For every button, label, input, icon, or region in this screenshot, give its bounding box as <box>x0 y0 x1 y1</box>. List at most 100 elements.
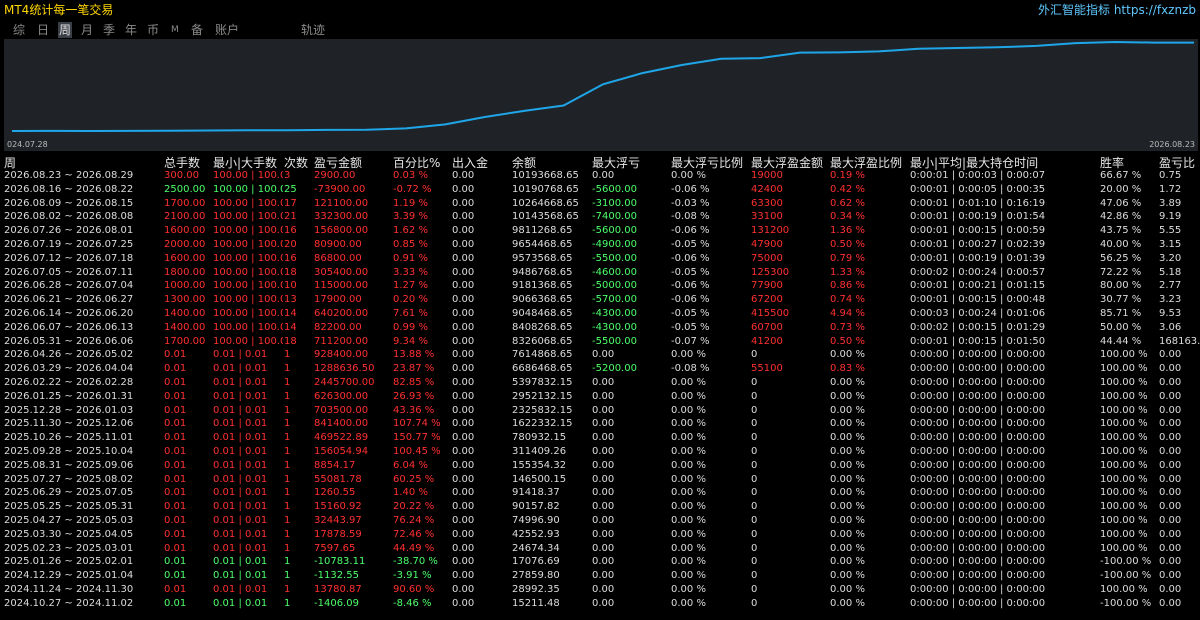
table-cell: 0.00 % <box>830 432 865 444</box>
table-row[interactable]: 2025.07.27 ~ 2025.08.02 0.01 0.01 | 0.01 1 5… <box>0 473 1200 486</box>
table-cell: 0.00 % <box>671 377 706 388</box>
tab-1[interactable]: 日 <box>36 22 50 38</box>
table-row[interactable]: 2025.05.25 ~ 2025.05.31 0.01 0.01 | 0.01 1 1… <box>0 500 1200 513</box>
tab-10[interactable]: 轨迹 <box>300 22 326 38</box>
table-row[interactable]: 2026.07.05 ~ 2026.07.11 1800.00 100.00 | 1… <box>0 266 1200 279</box>
table-cell: 100.00 | 100.00 <box>213 280 283 292</box>
tab-8[interactable]: 备 <box>190 22 204 38</box>
table-row[interactable]: 2025.08.31 ~ 2025.09.06 0.01 0.01 | 0.01 1 8… <box>0 459 1200 472</box>
table-cell: 0.00 <box>592 515 615 526</box>
table-cell: 0.00 <box>592 487 615 499</box>
table-cell: 168163.00 <box>1159 335 1200 347</box>
tab-6[interactable]: 币 <box>146 22 160 38</box>
table-cell: 10143568.65 <box>512 211 579 223</box>
table-cell: 0.00 <box>452 321 475 333</box>
tab-0[interactable]: 综 <box>12 22 26 38</box>
table-row[interactable]: 2024.11.24 ~ 2024.11.30 0.01 0.01 | 0.01 1 1… <box>0 583 1200 596</box>
table-cell: 2025.06.29 ~ 2025.07.05 <box>4 487 134 499</box>
table-row[interactable]: 2026.02.22 ~ 2026.02.28 0.01 0.01 | 0.01 1 2… <box>0 376 1200 389</box>
table-cell: 0.00 <box>452 280 475 292</box>
table-cell: 55081.78 <box>314 473 362 485</box>
table-cell: 18 <box>284 266 297 278</box>
table-cell: 0.01 <box>164 487 187 499</box>
table-cell: 0.00 <box>1159 418 1182 430</box>
tab-4[interactable]: 季 <box>102 22 116 38</box>
table-cell: 0.00 % <box>671 349 706 361</box>
table-cell: 0.00 <box>452 473 475 485</box>
table-row[interactable]: 2026.03.29 ~ 2026.04.04 0.01 0.01 | 0.01 1 1… <box>0 362 1200 375</box>
table-row[interactable]: 2024.10.27 ~ 2024.11.02 0.01 0.01 | 0.01 1 -… <box>0 597 1200 610</box>
table-row[interactable]: 2026.07.19 ~ 2026.07.25 2000.00 100.00 | 1… <box>0 238 1200 251</box>
tab-7[interactable]: M <box>170 22 180 38</box>
table-row[interactable]: 2025.04.27 ~ 2025.05.03 0.01 0.01 | 0.01 1 3… <box>0 514 1200 527</box>
table-row[interactable]: 2025.10.26 ~ 2025.11.01 0.01 0.01 | 0.01 1 4… <box>0 431 1200 444</box>
table-cell: 0.00 % <box>671 542 706 554</box>
tab-5[interactable]: 年 <box>124 22 138 38</box>
table-row[interactable]: 2026.01.25 ~ 2026.01.31 0.01 0.01 | 0.01 1 6… <box>0 390 1200 403</box>
table-cell: 0.00 <box>1159 473 1182 485</box>
table-cell: -3100.00 <box>592 197 637 209</box>
table-row[interactable]: 2026.08.02 ~ 2026.08.08 2100.00 100.00 | 1… <box>0 210 1200 223</box>
table-cell: 14 <box>284 321 297 333</box>
table-cell: 75000 <box>751 252 783 264</box>
table-cell: 0.01 | 0.01 <box>213 584 268 595</box>
table-row[interactable]: 2026.06.07 ~ 2026.06.13 1400.00 100.00 | 1… <box>0 321 1200 334</box>
table-cell: 0.00 % <box>671 170 706 181</box>
table-cell: 2026.08.16 ~ 2026.08.22 <box>4 183 134 195</box>
table-row[interactable]: 2025.01.26 ~ 2025.02.01 0.01 0.01 | 0.01 1 -… <box>0 555 1200 568</box>
table-cell: 2026.02.22 ~ 2026.02.28 <box>4 377 134 388</box>
table-cell: 2026.08.02 ~ 2026.08.08 <box>4 211 134 223</box>
table-row[interactable]: 2025.03.30 ~ 2025.04.05 0.01 0.01 | 0.01 1 1… <box>0 528 1200 541</box>
table-row[interactable]: 2025.06.29 ~ 2025.07.05 0.01 0.01 | 0.01 1 1… <box>0 486 1200 499</box>
table-cell: 0.01 <box>164 377 187 388</box>
table-row[interactable]: 2026.07.12 ~ 2026.07.18 1600.00 100.00 | 1… <box>0 252 1200 265</box>
table-cell: 10193668.65 <box>512 170 579 181</box>
table-cell: 0.00 % <box>671 432 706 444</box>
table-cell: 0.00 <box>592 584 615 595</box>
table-cell: 0.00 <box>452 404 475 416</box>
table-cell: -4300.00 <box>592 308 637 319</box>
tab-2[interactable]: 周 <box>58 22 73 38</box>
tab-9[interactable]: 账户 <box>214 22 240 38</box>
table-row[interactable]: 2025.02.23 ~ 2025.03.01 0.01 0.01 | 0.01 1 7… <box>0 542 1200 555</box>
table-cell: 0.00 <box>592 473 615 485</box>
table-row[interactable]: 2024.12.29 ~ 2025.01.04 0.01 0.01 | 0.01 1 -… <box>0 569 1200 582</box>
table-cell: 74996.90 <box>512 515 560 526</box>
table-cell: 42.86 % <box>1100 211 1142 223</box>
table-cell: 0.00 % <box>671 501 706 513</box>
table-row[interactable]: 2026.08.23 ~ 2026.08.29 300.00 100.00 | 10… <box>0 169 1200 182</box>
table-cell: 21 <box>284 211 297 223</box>
table-row[interactable]: 2026.08.16 ~ 2026.08.22 2500.00 100.00 | 1… <box>0 183 1200 196</box>
table-row[interactable]: 2026.06.14 ~ 2026.06.20 1400.00 100.00 | 1… <box>0 307 1200 320</box>
table-cell: 0 <box>751 377 758 388</box>
table-cell: 0.01 | 0.01 <box>213 390 268 402</box>
table-row[interactable]: 2025.09.28 ~ 2025.10.04 0.01 0.01 | 0.01 1 1… <box>0 445 1200 458</box>
table-cell: 0.83 % <box>830 363 865 375</box>
table-cell: 72.22 % <box>1100 266 1142 278</box>
table-cell: 0 <box>751 597 758 609</box>
table-cell: 44.44 % <box>1100 335 1142 347</box>
brand-link[interactable]: 外汇智能指标 https://fxznzb <box>1038 1 1196 18</box>
table-row[interactable]: 2025.11.30 ~ 2025.12.06 0.01 0.01 | 0.01 1 8… <box>0 417 1200 430</box>
table-cell: 0.99 % <box>393 321 428 333</box>
table-cell: 0.00 <box>452 459 475 471</box>
tab-3[interactable]: 月 <box>80 22 94 38</box>
table-row[interactable]: 2026.08.09 ~ 2026.08.15 1700.00 100.00 | 1… <box>0 197 1200 210</box>
table-cell: 100.00 % <box>1100 404 1148 416</box>
table-row[interactable]: 2026.07.26 ~ 2026.08.01 1600.00 100.00 | 1… <box>0 224 1200 237</box>
table-row[interactable]: 2026.06.21 ~ 2026.06.27 1300.00 100.00 | 1… <box>0 293 1200 306</box>
table-row[interactable]: 2026.05.31 ~ 2026.06.06 1700.00 100.00 | 1… <box>0 335 1200 348</box>
table-cell: 1.72 <box>1159 183 1182 195</box>
table-row[interactable]: 2026.04.26 ~ 2026.05.02 0.01 0.01 | 0.01 1 9… <box>0 348 1200 361</box>
table-cell: 0.00 % <box>830 377 865 388</box>
equity-chart: 024.07.28 2026.08.23 <box>4 39 1198 151</box>
table-row[interactable]: 2026.06.28 ~ 2026.07.04 1000.00 100.00 | 1… <box>0 279 1200 292</box>
table-cell: -0.06 % <box>671 280 710 292</box>
table-cell: 0.01 | 0.01 <box>213 515 268 526</box>
table-cell: 100.00 | 100.00 <box>213 266 283 278</box>
table-cell: 0.00 <box>1159 556 1182 568</box>
table-row[interactable]: 2025.12.28 ~ 2026.01.03 0.01 0.01 | 0.01 1 7… <box>0 404 1200 417</box>
table-cell: 0.01 <box>164 556 187 568</box>
table-cell: 0 <box>751 404 758 416</box>
table-cell: 0.00 <box>592 404 615 416</box>
